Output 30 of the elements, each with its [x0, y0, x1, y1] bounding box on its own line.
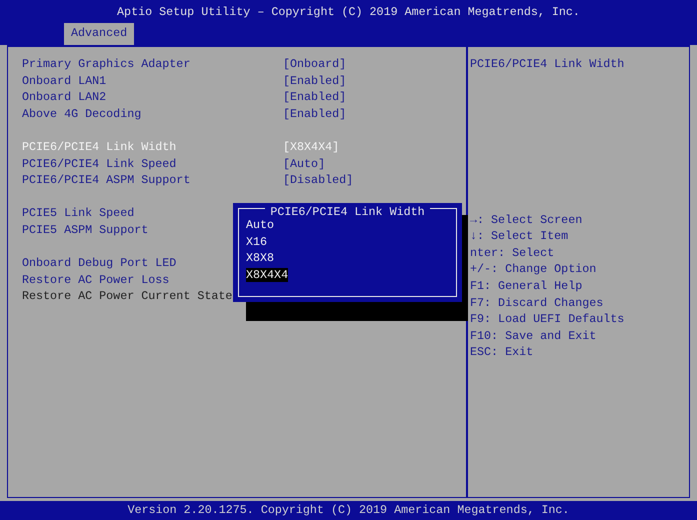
key-help-text: nter: Select: [470, 244, 556, 262]
setting-label[interactable]: PCIE6/PCIE4 ASPM Support: [22, 172, 283, 189]
setting-value[interactable]: [Enabled]: [283, 89, 346, 106]
version-footer: Version 2.20.1275. Copyright (C) 2019 American Megatrends, Inc.: [0, 501, 697, 520]
setting-value[interactable]: [Enabled]: [283, 106, 346, 122]
setting-value[interactable]: [Onboard]: [283, 56, 346, 73]
setting-label[interactable]: Above 4G Decoding: [22, 106, 283, 122]
popup-option[interactable]: X8X4X4: [246, 268, 288, 282]
key-help-text: ↓: Select Item: [470, 228, 570, 245]
popup-option[interactable]: X8X8: [246, 251, 274, 266]
setting-value[interactable]: [Enabled]: [283, 72, 346, 90]
setting-label[interactable]: Onboard LAN1: [22, 72, 283, 90]
key-help-text: F9: Load UEFI Defaults: [470, 311, 626, 328]
key-help-text: +/-: Change Option: [470, 261, 598, 278]
key-help-text: →: Select Screen: [470, 212, 584, 228]
popup-option[interactable]: Auto: [246, 218, 274, 232]
key-help-text: ESC: Exit: [470, 344, 534, 361]
setting-value[interactable]: [Auto]: [283, 156, 326, 172]
setting-label[interactable]: Onboard LAN2: [22, 89, 283, 106]
key-help-text: F7: Discard Changes: [470, 294, 604, 312]
tab[interactable]: Advanced: [64, 23, 134, 45]
popup-option[interactable]: X16: [246, 234, 268, 249]
setting-value[interactable]: [Disabled]: [283, 172, 354, 189]
help-text: PCIE6/PCIE4 Link Width: [470, 56, 626, 73]
window-title: Aptio Setup Utility – Copyright (C) 2019 American Megatrends, Inc.: [117, 4, 580, 20]
setting-label[interactable]: PCIE6/PCIE4 Link Speed: [22, 156, 283, 172]
setting-label[interactable]: Primary Graphics Adapter: [22, 56, 283, 73]
key-help-text: F10: Save and Exit: [470, 328, 598, 344]
setting-label: Restore AC Power Current State: [22, 288, 234, 305]
key-help-text: F1: General Help: [470, 278, 584, 295]
